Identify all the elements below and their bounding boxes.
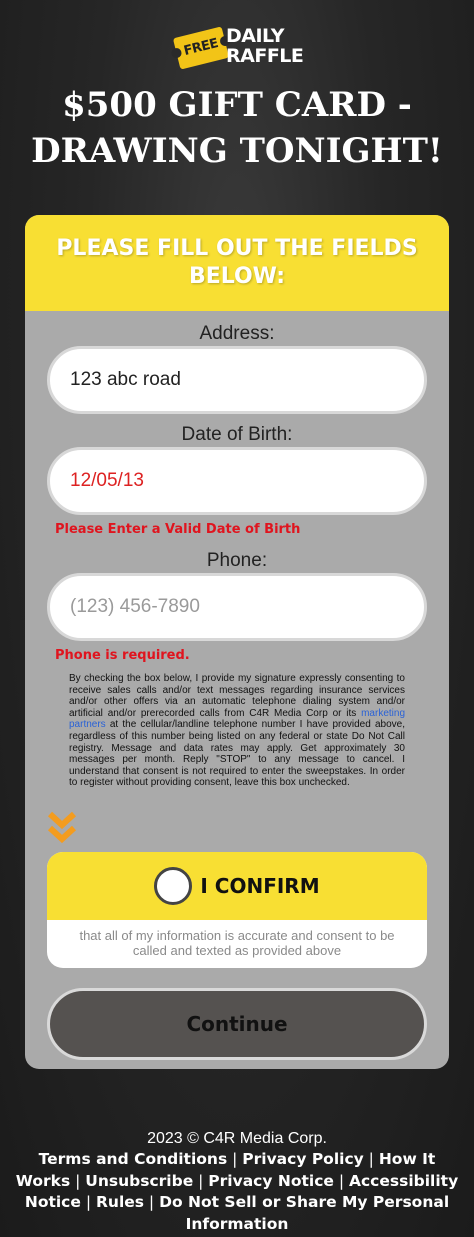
- privacy-policy-link[interactable]: Privacy Policy: [242, 1150, 364, 1168]
- continue-button[interactable]: Continue: [47, 988, 427, 1060]
- form-header-text: PLEASE FILL OUT THE FIELDS BELOW:: [56, 236, 418, 289]
- phone-input[interactable]: [70, 596, 424, 618]
- confirm-checkbox-row[interactable]: I CONFIRM: [47, 852, 427, 920]
- phone-label: Phone:: [206, 550, 268, 571]
- unsubscribe-link[interactable]: Unsubscribe: [85, 1172, 193, 1190]
- rules-link[interactable]: Rules: [96, 1193, 144, 1211]
- privacy-notice-link[interactable]: Privacy Notice: [208, 1172, 334, 1190]
- footer: 2023 © C4R Media Corp. Terms and Conditi…: [0, 1128, 474, 1235]
- do-not-sell-link[interactable]: Do Not Sell or Share My Personal Informa…: [159, 1193, 449, 1233]
- logo-wordmark: DAILY RAFFLE: [226, 25, 304, 67]
- address-label: Address:: [199, 323, 275, 344]
- headline-line-1: $500 GIFT CARD -: [62, 85, 412, 125]
- dob-input[interactable]: [70, 470, 424, 492]
- address-input[interactable]: [70, 369, 424, 391]
- confirm-description: that all of my information is accurate a…: [79, 928, 395, 958]
- footer-links: Terms and Conditions | Privacy Policy | …: [15, 1150, 459, 1233]
- form-card: PLEASE FILL OUT THE FIELDS BELOW: Addres…: [25, 215, 449, 1069]
- consent-text-after: at the cellular/landline telephone numbe…: [69, 719, 405, 789]
- phone-error-message: Phone is required.: [55, 648, 190, 663]
- dob-label: Date of Birth:: [181, 424, 293, 445]
- daily-raffle-logo: FREE DAILY RAFFLE: [172, 14, 307, 72]
- logo-line-2: RAFFLE: [226, 45, 304, 67]
- footer-copyright: 2023 © C4R Media Corp.: [147, 1130, 327, 1147]
- confirm-box: I CONFIRM that all of my information is …: [47, 852, 427, 968]
- consent-text: By checking the box below, I provide my …: [69, 673, 405, 789]
- form-header: PLEASE FILL OUT THE FIELDS BELOW:: [25, 215, 449, 311]
- logo-line-1: DAILY: [226, 25, 284, 47]
- headline-line-2: DRAWING TONIGHT!: [31, 131, 443, 171]
- address-field-wrapper: [47, 346, 427, 414]
- page-headline: $500 GIFT CARD - DRAWING TONIGHT!: [0, 82, 474, 174]
- consent-text-before: By checking the box below, I provide my …: [69, 673, 405, 719]
- terms-link[interactable]: Terms and Conditions: [39, 1150, 228, 1168]
- confirm-checkbox[interactable]: [154, 867, 193, 905]
- dob-field-wrapper: [47, 447, 427, 515]
- dob-error-message: Please Enter a Valid Date of Birth: [55, 522, 301, 537]
- phone-field-wrapper: [47, 573, 427, 641]
- chevron-down-icon: [47, 811, 77, 844]
- confirm-label: I CONFIRM: [200, 874, 320, 898]
